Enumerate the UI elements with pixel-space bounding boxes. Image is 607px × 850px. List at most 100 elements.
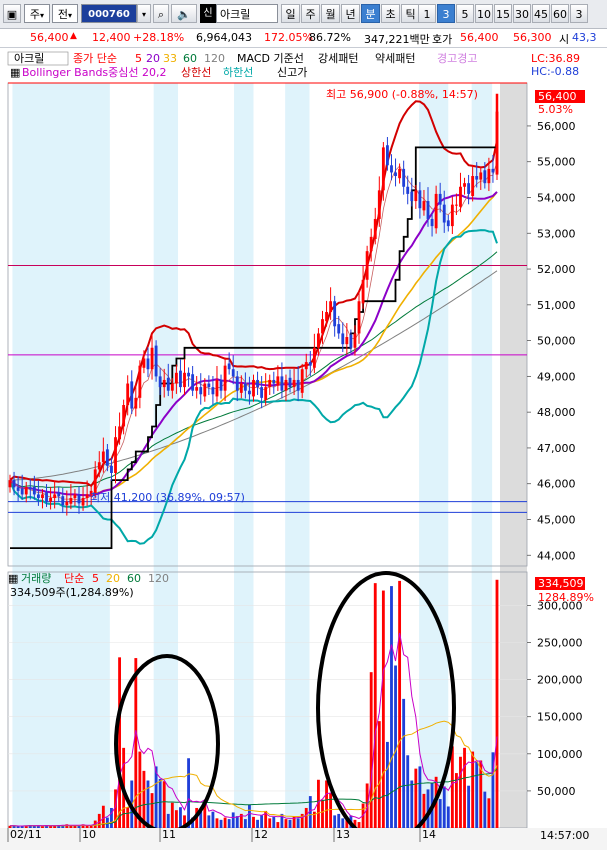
volume-bar: [158, 779, 162, 828]
interval-tab-3[interactable]: 10: [475, 4, 493, 23]
candle-body: [183, 372, 186, 388]
volume-bar: [276, 822, 280, 828]
low-annotation: 최저 41,200 (36.89%, 09:57): [90, 491, 245, 504]
candle-body: [73, 494, 77, 499]
interval-tab-8[interactable]: 3: [570, 4, 588, 23]
candle-body: [57, 492, 61, 497]
speaker-icon[interactable]: 🔈: [171, 4, 197, 23]
candle-body: [191, 374, 195, 391]
candle-body: [158, 376, 162, 388]
volume-bar: [162, 781, 166, 828]
legend-stock: 아크릴: [14, 52, 44, 65]
candle-body: [252, 379, 255, 397]
volume-bar: [398, 580, 402, 828]
period-tab-0[interactable]: 일: [281, 4, 300, 23]
vol-value-tag: 334,509: [538, 577, 584, 590]
period-select[interactable]: 주▾: [24, 4, 50, 23]
interval-tab-0[interactable]: 1: [418, 4, 436, 23]
code-dropdown-button[interactable]: ▾: [137, 4, 151, 23]
volume-bar: [381, 590, 385, 828]
candle-body: [369, 236, 373, 252]
candle-body: [179, 370, 182, 388]
candle-body: [235, 376, 239, 391]
volume-bar: [369, 672, 373, 828]
candle-body: [195, 387, 199, 391]
vol-legend-ma5: 5: [92, 572, 99, 585]
candle-body: [268, 379, 272, 388]
volume-bar: [73, 825, 77, 828]
interval-tab-2[interactable]: 5: [456, 4, 474, 23]
candle-body: [377, 190, 381, 219]
interval-tab-6[interactable]: 45: [532, 4, 550, 23]
stock-name-field[interactable]: 아크릴: [216, 4, 278, 23]
turnover-ratio: 86.72%: [309, 31, 351, 44]
chart-canvas[interactable]: 44,000 45,000 46,000 47,000 48,000 49,000 50,0…: [0, 48, 607, 850]
open-price: 43,3: [572, 31, 597, 44]
period-tab-2[interactable]: 월: [321, 4, 340, 23]
search-icon[interactable]: ⌕: [153, 4, 169, 23]
candle-body: [333, 301, 337, 327]
candle-body: [150, 347, 154, 370]
candle-body: [122, 405, 126, 427]
candle-body: [256, 379, 259, 388]
price-tick-label: 47,000: [537, 442, 576, 455]
candle-body: [126, 383, 130, 405]
stock-code-input[interactable]: 000760: [81, 4, 137, 23]
volume-bar: [154, 766, 158, 828]
period-tab-5[interactable]: 초: [381, 4, 400, 23]
interval-tab-7[interactable]: 60: [551, 4, 569, 23]
candle-body: [211, 387, 215, 395]
grid-icon: ▦: [8, 572, 18, 585]
time-tick-label: 14: [422, 828, 436, 841]
current-bar-highlight: [500, 83, 527, 828]
volume-bar: [418, 766, 422, 828]
candle-body: [463, 183, 466, 187]
interval-tab-4[interactable]: 15: [494, 4, 512, 23]
candle-body: [243, 383, 247, 391]
high-annotation: 최고 56,900 (-0.88%, 14:57): [326, 88, 478, 101]
price-tick-label: 51,000: [537, 299, 576, 312]
session-band: [285, 83, 310, 828]
volume-bar: [207, 815, 211, 828]
session-band: [12, 83, 110, 828]
candle-body: [365, 251, 369, 280]
interval-tab-1[interactable]: 3: [437, 4, 455, 23]
volume-bar: [321, 799, 324, 828]
candle-body: [219, 379, 223, 391]
volume-bar: [227, 819, 231, 828]
volume-tick-label: 150,000: [537, 711, 583, 724]
candle-body: [110, 465, 113, 473]
window-icon[interactable]: ▣: [3, 4, 21, 23]
candle-body: [239, 383, 243, 393]
candle-body: [97, 462, 101, 470]
volume-tick-label: 250,000: [537, 636, 583, 649]
candle-body: [65, 501, 69, 506]
current-price: 56,400: [30, 31, 69, 44]
ask-price: 56,400: [460, 31, 499, 44]
price-tick-label: 52,000: [537, 263, 576, 276]
candle-body: [170, 383, 174, 391]
candle-body: [146, 358, 150, 370]
candle-body: [231, 369, 235, 377]
volume-bar: [170, 802, 174, 828]
volume-bar: [252, 816, 255, 828]
period-tab-3[interactable]: 년: [341, 4, 360, 23]
volume-bar: [414, 768, 418, 828]
candle-body: [353, 333, 357, 348]
candle-body: [154, 345, 158, 377]
time-tick-label: 10: [82, 828, 96, 841]
candle-body: [215, 379, 219, 397]
open-label: 시: [559, 33, 570, 46]
candle-body: [317, 333, 320, 348]
volume-tick-label: 200,000: [537, 674, 583, 687]
interval-tab-5[interactable]: 30: [513, 4, 531, 23]
volume-bar: [150, 793, 154, 828]
period-tab-1[interactable]: 주: [301, 4, 320, 23]
volume-bar: [337, 813, 341, 828]
prev-select[interactable]: 전▾: [52, 4, 78, 23]
candle-body: [280, 376, 284, 391]
period-tab-4[interactable]: 분: [361, 4, 380, 23]
candle-body: [41, 494, 44, 499]
candle-body: [406, 186, 410, 194]
price-change-pct: +28.18%: [133, 31, 185, 44]
